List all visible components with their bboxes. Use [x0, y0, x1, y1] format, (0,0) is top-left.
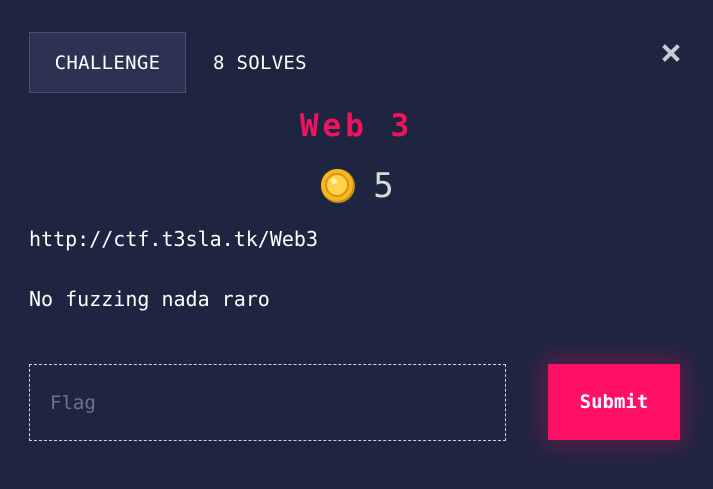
tab-solves-label: 8 SOLVES [213, 51, 307, 74]
coin-icon [321, 169, 356, 203]
challenge-hint: No fuzzing nada raro [29, 287, 270, 311]
challenge-title: Web 3 [299, 108, 414, 144]
challenge-modal: CHALLENGE 8 SOLVES Web 3 5 http://ctf.t3… [0, 0, 713, 489]
challenge-url[interactable]: http://ctf.t3sla.tk/Web3 [29, 224, 679, 254]
submit-button[interactable]: Submit [548, 364, 680, 440]
close-button[interactable] [660, 42, 682, 64]
points-value: 5 [373, 166, 394, 206]
challenge-description: http://ctf.t3sla.tk/Web3 No fuzzing nada… [29, 224, 679, 314]
tab-solves[interactable]: 8 SOLVES [186, 32, 334, 93]
tab-challenge-label: CHALLENGE [54, 51, 161, 74]
close-icon [662, 44, 680, 62]
flag-input[interactable] [29, 364, 506, 441]
tab-challenge[interactable]: CHALLENGE [29, 32, 186, 93]
challenge-value: 5 [0, 166, 713, 206]
